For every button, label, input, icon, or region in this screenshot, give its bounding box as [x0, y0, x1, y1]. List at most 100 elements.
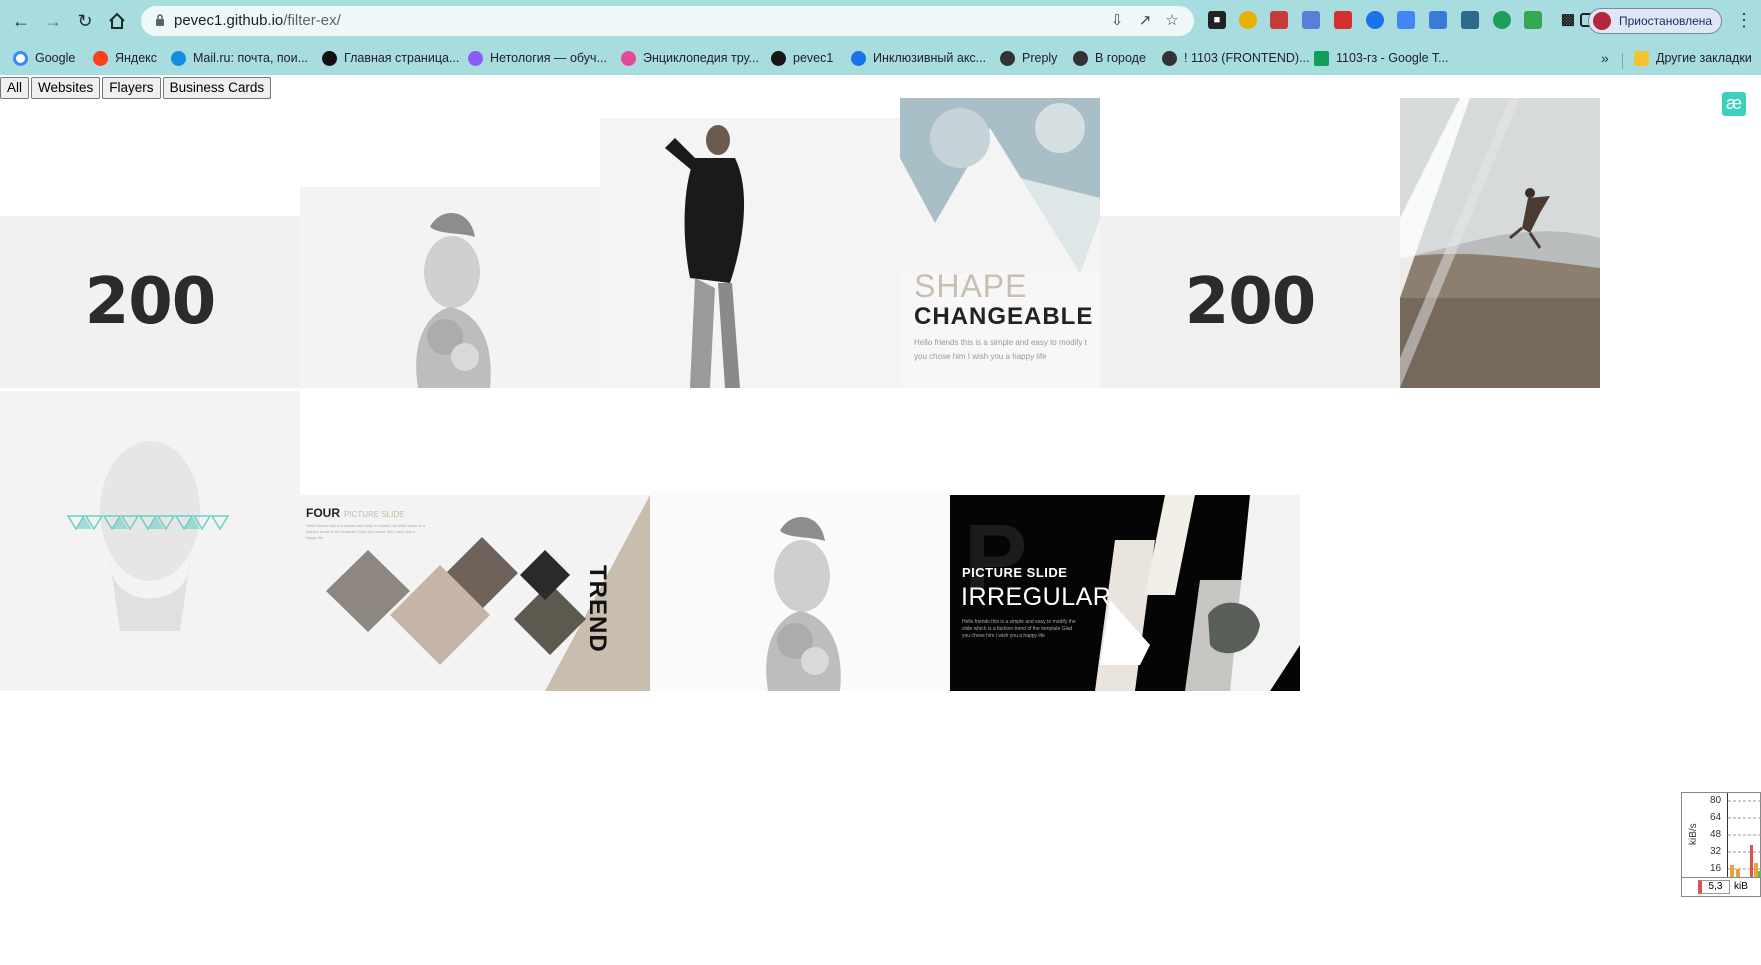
extension-icon[interactable] [1461, 11, 1479, 29]
puzzle-icon[interactable] [1527, 11, 1545, 29]
portfolio-tile-200[interactable]: 200 [0, 216, 300, 388]
yandex-icon [93, 50, 108, 66]
netmon-value: 5,3 [1698, 880, 1730, 894]
translate-icon[interactable] [1366, 11, 1384, 29]
sheets-icon [1314, 50, 1329, 66]
portfolio-tile-four-picture-slide[interactable]: FOUR PICTURE SLIDE Hello friends this is … [300, 495, 650, 691]
portfolio-tile-irregular[interactable]: P PICTURE SLIDE IRREGULAR Hello friends … [950, 495, 1300, 691]
double-exposure-image [766, 517, 841, 691]
netology-icon [468, 50, 483, 66]
four-title: FOUR PICTURE SLIDE [306, 506, 405, 520]
bookmark-item[interactable]: Google [13, 48, 75, 68]
bookmark-item[interactable]: pevec1 [771, 48, 833, 68]
lock-icon [156, 14, 164, 26]
puzzle-icon[interactable]: ▩ [1559, 11, 1577, 29]
globe-icon [1000, 50, 1015, 66]
bookmark-item[interactable]: Главная страница... [322, 48, 459, 68]
github-icon [771, 50, 786, 66]
portfolio-tile-200-second[interactable]: 200 [1100, 216, 1400, 388]
bookmark-item[interactable]: Энциклопедия тру... [621, 48, 759, 68]
extension-icon[interactable]: ■ [1208, 11, 1226, 29]
bookmarks-overflow-icon[interactable]: » [1601, 50, 1609, 66]
tile-200-text: 200 [84, 265, 217, 339]
irregular-subtitle: PICTURE SLIDE [962, 565, 1068, 580]
other-bookmarks[interactable]: Другие закладки [1634, 48, 1752, 68]
encyclopedia-icon [621, 50, 636, 66]
portfolio-tile-man-in-hoodie[interactable] [600, 118, 900, 388]
bookmark-item[interactable]: 1103-гз - Google T... [1314, 48, 1449, 68]
portfolio-tile-shape-changeable[interactable]: SHAPE CHANGEABLE Hello friends this is a… [900, 98, 1100, 388]
portfolio-tile-double-exposure[interactable] [300, 187, 600, 388]
netmon-tick: 64 [1710, 812, 1722, 823]
mountain-image [900, 98, 1100, 273]
url-text: pevec1.github.io/filter-ex/ [174, 12, 341, 29]
bookmarks-divider [1622, 53, 1623, 69]
bookmark-item[interactable]: Нетология — обуч... [468, 48, 607, 68]
statue-head-image [66, 441, 230, 631]
man-in-hoodie-image [600, 118, 900, 388]
page-content: All Websites Flayers Business Cards æ 20… [0, 75, 1761, 965]
double-exposure-image [416, 213, 491, 388]
extension-icon[interactable] [1270, 11, 1288, 29]
shape-title: SHAPE [914, 268, 1028, 304]
browser-chrome: ← → ↻ pevec1.github.io/filter-ex/ ⇩ ↗ ☆ … [0, 0, 1761, 75]
extension-icon[interactable] [1429, 11, 1447, 29]
extension-icon[interactable] [1302, 11, 1320, 29]
inclusive-icon [851, 50, 866, 66]
bookmark-item[interactable]: В городе [1073, 48, 1146, 68]
shape-body-text: Hello friends this is a simple and easy … [914, 338, 1087, 361]
netmon-tick: 48 [1710, 829, 1722, 840]
bookmarks-bar: Google Яндекс Mail.ru: почта, пои... Гла… [0, 41, 1761, 75]
portfolio-tile-jumping-figure[interactable] [1400, 98, 1600, 388]
filter-websites-button[interactable]: Websites [31, 77, 101, 99]
jumping-figure-image [1400, 98, 1600, 388]
bookmark-star-icon[interactable]: ☆ [1163, 12, 1181, 30]
filter-bar: All Websites Flayers Business Cards [0, 77, 273, 99]
bookmark-item[interactable]: Mail.ru: почта, пои... [171, 48, 308, 68]
reload-icon[interactable]: ↻ [72, 8, 98, 34]
extension-icon[interactable] [1239, 11, 1257, 29]
portfolio-tile-double-exposure-second[interactable] [650, 491, 950, 691]
netmon-tick: 16 [1710, 863, 1722, 874]
network-monitor-widget[interactable]: kiB/s 80 64 48 32 16 5,3 kiB [1681, 792, 1761, 897]
ae-extension-icon[interactable]: æ [1722, 92, 1746, 116]
netmon-footer: 5,3 kiB [1682, 877, 1761, 897]
netmon-tick: 32 [1710, 846, 1722, 857]
profile-button[interactable]: Приостановлена [1588, 8, 1722, 34]
portfolio-tile-statue-head[interactable] [0, 391, 300, 691]
profile-label: Приостановлена [1619, 14, 1713, 28]
bookmark-item[interactable]: Preply [1000, 48, 1057, 68]
changeable-title: CHANGEABLE [914, 303, 1094, 330]
irregular-body-text: Hello friends this is a simple and easy … [962, 619, 1076, 639]
menu-icon[interactable]: ⋮ [1735, 11, 1753, 31]
irregular-title: IRREGULAR [961, 583, 1112, 611]
bookmark-item[interactable]: ! 1103 (FRONTEND)... [1162, 48, 1309, 68]
bookmark-item[interactable]: Инклюзивный акс... [851, 48, 986, 68]
home-icon[interactable] [104, 8, 130, 34]
forward-icon[interactable]: → [40, 8, 66, 34]
plus-circle-icon [322, 50, 337, 66]
extension-icon[interactable] [1493, 11, 1511, 29]
globe-icon [1073, 50, 1088, 66]
google-icon [13, 50, 28, 66]
install-icon[interactable]: ⇩ [1108, 12, 1126, 30]
back-icon[interactable]: ← [8, 8, 34, 34]
netmon-graph [1728, 800, 1761, 877]
bookmark-item[interactable]: Яндекс [93, 48, 157, 68]
extension-icon[interactable] [1334, 11, 1352, 29]
tile-200-text: 200 [1184, 265, 1317, 339]
filter-all-button[interactable]: All [0, 77, 30, 99]
globe-icon [1162, 50, 1177, 66]
avatar [1593, 12, 1611, 30]
netmon-tick: 80 [1710, 795, 1722, 806]
filter-business-cards-button[interactable]: Business Cards [162, 77, 272, 99]
netmon-unit: kiB [1734, 881, 1748, 892]
trend-text: TREND [584, 565, 611, 653]
netmon-y-label: kiB/s [1688, 823, 1699, 845]
share-icon[interactable]: ↗ [1136, 12, 1154, 30]
mailru-icon [171, 50, 186, 66]
browser-toolbar: ← → ↻ pevec1.github.io/filter-ex/ ⇩ ↗ ☆ … [0, 0, 1761, 41]
extension-icon[interactable] [1397, 11, 1415, 29]
address-bar[interactable]: pevec1.github.io/filter-ex/ ⇩ ↗ ☆ [141, 6, 1194, 36]
filter-flayers-button[interactable]: Flayers [102, 77, 161, 99]
